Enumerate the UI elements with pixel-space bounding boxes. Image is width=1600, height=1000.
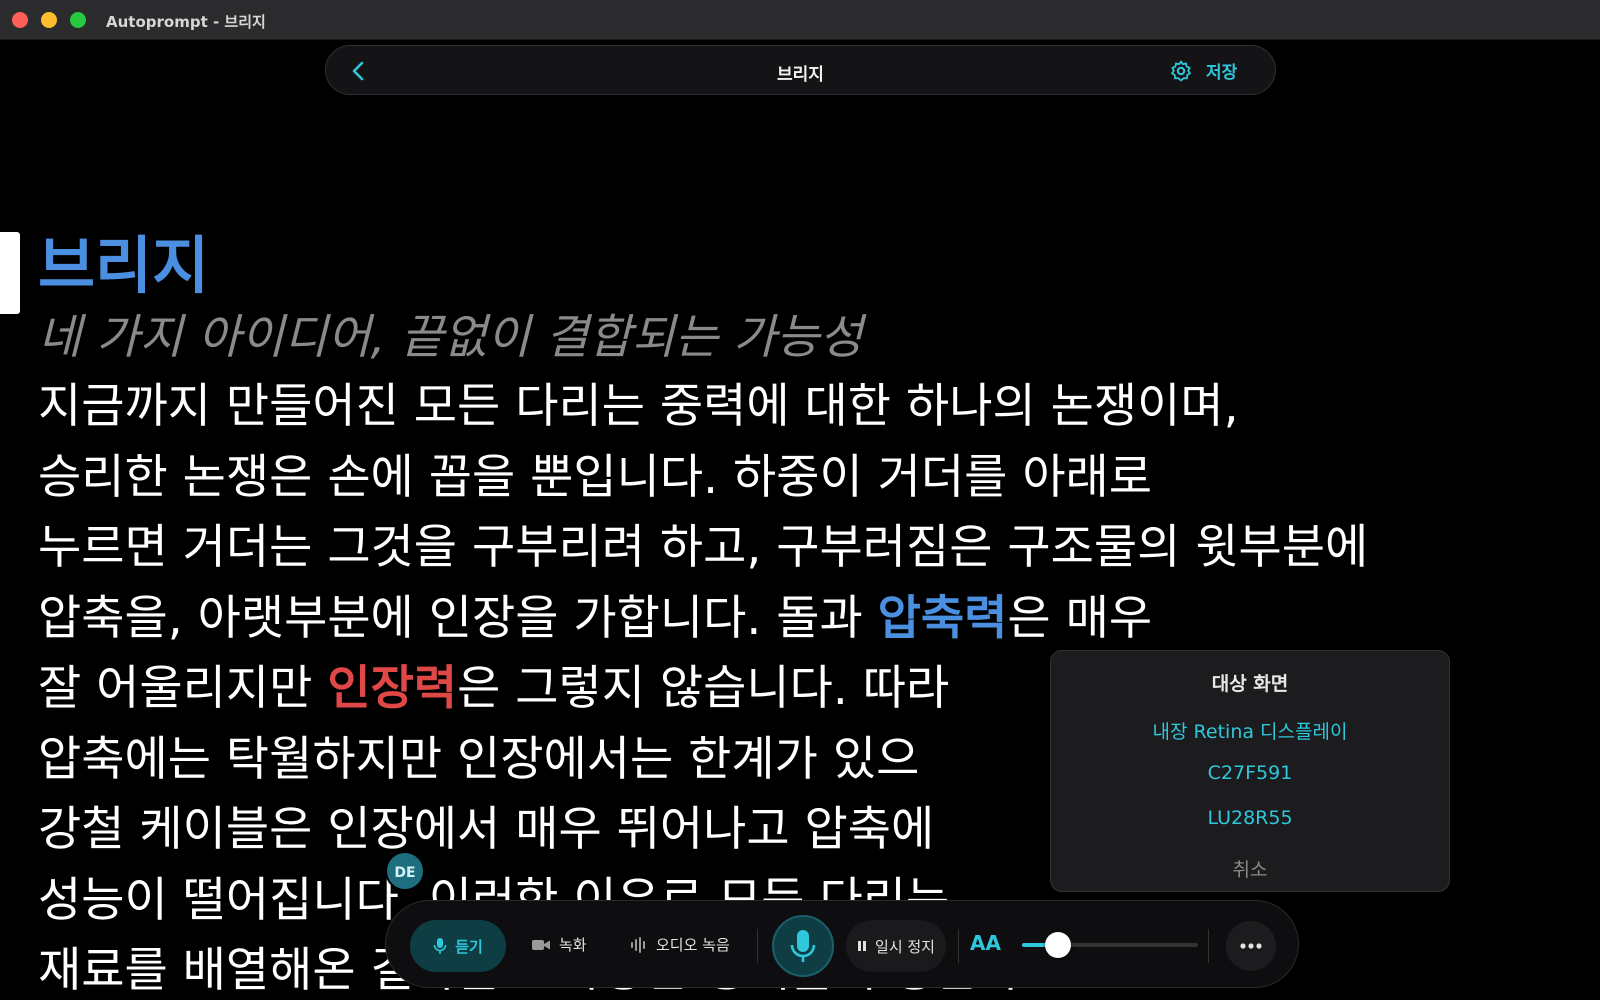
cancel-button[interactable]: 취소 <box>1051 855 1449 882</box>
more-options-button[interactable] <box>1226 921 1276 971</box>
playback-control-bar: 듣기 녹화 오디오 녹음 일시 정지 AA <box>385 900 1299 988</box>
display-option-lu28r55[interactable]: LU28R55 <box>1051 807 1449 829</box>
microphone-icon <box>790 930 816 962</box>
zoom-window-button[interactable] <box>70 12 86 28</box>
font-size-button[interactable]: AA <box>970 931 1001 955</box>
close-window-button[interactable] <box>12 12 28 28</box>
gear-icon <box>1171 60 1191 82</box>
line-text: 강철 케이블은 인장에서 매우 뛰어나고 압축에 <box>38 802 935 857</box>
save-button[interactable]: 저장 <box>1206 58 1237 83</box>
ellipsis-icon <box>1240 943 1262 949</box>
microphone-toggle-button[interactable] <box>772 915 834 977</box>
script-line: 압축을, 아랫부분에 인장을 가합니다. 돌과 압축력은 매우 <box>38 584 1583 655</box>
line-text: 승리한 논쟁은 손에 꼽을 뿐입니다. 하중이 거더를 아래로 <box>38 449 1153 505</box>
window-title: Autoprompt - 브리지 <box>106 13 266 31</box>
target-screen-popover: 대상 화면 내장 Retina 디스플레이 C27F591 LU28R55 취소 <box>1050 650 1450 892</box>
listen-button[interactable]: 듣기 <box>410 920 506 972</box>
listen-label: 듣기 <box>455 937 483 956</box>
line-text: 잘 어울리지만 <box>38 661 328 716</box>
audio-record-label: 오디오 녹음 <box>656 936 730 954</box>
highlighted-term: 압축력 <box>877 590 1008 646</box>
script-subtitle: 네 가지 아이디어, 끝없이 결합되는 가능성 <box>38 310 863 365</box>
settings-button[interactable] <box>1168 58 1194 84</box>
record-video-button[interactable]: 녹화 <box>531 934 587 955</box>
divider <box>958 929 959 963</box>
video-camera-icon <box>532 939 550 950</box>
microphone-icon <box>433 938 447 954</box>
highlighted-term: 인장력 <box>327 661 458 716</box>
pause-button[interactable]: 일시 정지 <box>846 920 946 972</box>
collaborator-avatar[interactable]: DE <box>385 851 425 891</box>
script-title: 브리지 <box>38 229 210 302</box>
popover-title: 대상 화면 <box>1211 673 1289 695</box>
reading-position-marker <box>0 232 20 314</box>
page-title: 브리지 <box>777 65 824 85</box>
line-text: 지금까지 만들어진 모든 다리는 중력에 대한 하나의 논쟁이며, <box>38 379 1239 434</box>
display-option-builtin[interactable]: 내장 Retina 디스플레이 <box>1051 717 1449 744</box>
waveform-icon <box>631 936 645 953</box>
top-navigation-bar: 브리지 저장 <box>325 45 1276 95</box>
minimize-window-button[interactable] <box>41 12 57 28</box>
line-text: 은 그렇지 않습니다. 따라 <box>457 661 950 716</box>
window-titlebar: Autoprompt - 브리지 <box>0 0 1600 40</box>
display-option-c27f591[interactable]: C27F591 <box>1051 762 1449 784</box>
audio-record-button[interactable]: 오디오 녹음 <box>630 934 730 955</box>
font-size-slider[interactable] <box>1022 932 1198 958</box>
line-text: 압축을, 아랫부분에 인장을 가합니다. 돌과 <box>38 590 878 646</box>
script-line: 지금까지 만들어진 모든 다리는 중력에 대한 하나의 논쟁이며, <box>38 372 1583 443</box>
pause-icon <box>858 941 867 951</box>
line-text: 은 매우 <box>1007 590 1153 646</box>
divider <box>1208 929 1209 963</box>
pause-label: 일시 정지 <box>875 937 935 956</box>
script-line: 누르면 거더는 그것을 구부리려 하고, 구부러짐은 구조물의 윗부분에 <box>38 513 1583 584</box>
record-label: 녹화 <box>559 936 587 954</box>
script-line: 승리한 논쟁은 손에 꼽을 뿐입니다. 하중이 거더를 아래로 <box>38 443 1583 514</box>
slider-knob[interactable] <box>1045 932 1072 958</box>
line-text: 누르면 거더는 그것을 구부리려 하고, 구부러짐은 구조물의 윗부분에 <box>38 520 1369 575</box>
line-text: 압축에는 탁월하지만 인장에서는 한계가 있으 <box>38 731 920 787</box>
divider <box>757 929 758 963</box>
